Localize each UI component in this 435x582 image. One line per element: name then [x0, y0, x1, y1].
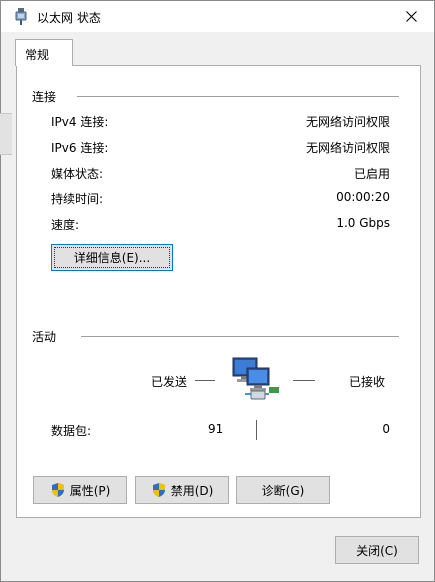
- activity-divider: [81, 336, 399, 337]
- network-computers-icon: [232, 357, 279, 400]
- uac-shield-icon: [51, 483, 64, 497]
- status-window: 以太网 状态 常规 连接 IPv4 连接: 无网络访问权限 IPv6 连接: 无…: [0, 0, 435, 582]
- diagnose-button-label: 诊断(G): [261, 483, 305, 498]
- ipv4-label: IPv4 连接:: [51, 115, 109, 129]
- general-panel: 连接 IPv4 连接: 无网络访问权限 IPv6 连接: 无网络访问权限 媒体状…: [16, 65, 421, 518]
- title-bar[interactable]: 以太网 状态: [1, 1, 434, 32]
- ipv6-value: 无网络访问权限: [305, 141, 390, 155]
- packets-separator: [256, 420, 257, 440]
- close-window-button[interactable]: [388, 1, 434, 32]
- details-button[interactable]: 详细信息(E)...: [51, 244, 173, 271]
- close-icon: [405, 11, 417, 22]
- ethernet-icon: [15, 8, 27, 25]
- disable-button[interactable]: 禁用(D): [135, 476, 229, 504]
- disable-button-label: 禁用(D): [170, 483, 214, 498]
- connection-divider: [77, 96, 399, 97]
- sent-line: [195, 380, 215, 381]
- background-window-edge: [0, 113, 12, 155]
- packets-sent-value: 91: [208, 422, 224, 436]
- speed-label: 速度:: [51, 218, 80, 232]
- sent-label: 已发送: [151, 375, 188, 389]
- speed-value: 1.0 Gbps: [336, 216, 390, 230]
- close-button[interactable]: 关闭(C): [335, 536, 419, 564]
- diagnose-button[interactable]: 诊断(G): [236, 476, 330, 504]
- duration-label: 持续时间:: [51, 192, 104, 206]
- close-button-label: 关闭(C): [356, 543, 398, 558]
- activity-section-label: 活动: [32, 330, 57, 344]
- tab-general-label: 常规: [25, 48, 50, 62]
- received-label: 已接收: [349, 375, 386, 389]
- focus-rectangle: [54, 247, 170, 268]
- tab-general[interactable]: 常规: [15, 39, 73, 66]
- packets-received-value: 0: [382, 422, 390, 436]
- media-state-value: 已启用: [353, 167, 390, 181]
- connection-section-label: 连接: [32, 90, 57, 104]
- packets-label: 数据包:: [51, 424, 92, 438]
- ipv6-label: IPv6 连接:: [51, 141, 109, 155]
- uac-shield-icon: [152, 483, 165, 497]
- media-state-label: 媒体状态:: [51, 167, 104, 181]
- duration-value: 00:00:20: [336, 190, 390, 204]
- properties-button-label: 属性(P): [69, 483, 111, 498]
- properties-button[interactable]: 属性(P): [33, 476, 127, 504]
- window-title: 以太网 状态: [37, 11, 101, 25]
- received-line: [293, 380, 315, 381]
- ipv4-value: 无网络访问权限: [305, 115, 390, 129]
